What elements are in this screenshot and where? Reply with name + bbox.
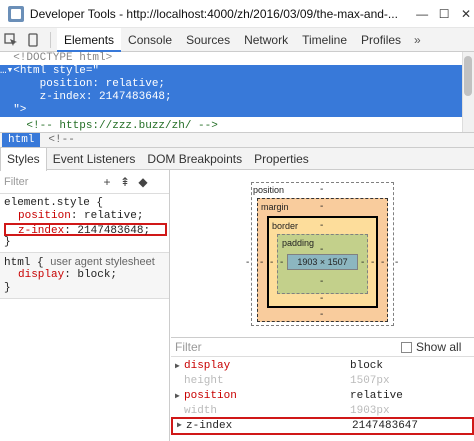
- sidebar-tabs: Styles Event Listeners DOM Breakpoints P…: [0, 147, 474, 171]
- inspect-element-icon[interactable]: [0, 29, 22, 51]
- toolbar-divider: [50, 31, 51, 48]
- margin-right-value: -: [381, 257, 385, 268]
- toggle-element-state-icon[interactable]: ⇞: [116, 175, 134, 189]
- padding-bottom-value: -: [320, 276, 324, 287]
- rule-selector: html {: [4, 257, 44, 269]
- tab-styles[interactable]: Styles: [0, 147, 47, 171]
- position-top-value: -: [320, 184, 324, 195]
- computed-filter-input[interactable]: Filter: [171, 340, 401, 354]
- dom-tree: <!DOCTYPE html> …▾<html style=" position…: [0, 52, 474, 132]
- computed-row[interactable]: ▶ position relative: [171, 389, 474, 404]
- breadcrumb-html[interactable]: html: [2, 133, 41, 147]
- property-name: z-index: [18, 225, 65, 237]
- expand-arrow-icon[interactable]: ▶: [177, 419, 182, 433]
- rule-selector[interactable]: element.style {: [4, 197, 165, 210]
- dom-line: ">: [0, 104, 27, 116]
- maximize-icon[interactable]: ☐: [436, 6, 452, 22]
- dom-line: z-index: 2147483648;: [0, 91, 172, 103]
- tab-event-listeners[interactable]: Event Listeners: [47, 148, 142, 170]
- color-format-icon[interactable]: ◆: [134, 175, 152, 189]
- dom-scrollbar-thumb[interactable]: [464, 56, 472, 96]
- property-value: relative;: [77, 210, 144, 222]
- dom-line: position: relative;: [0, 78, 166, 90]
- device-mode-icon[interactable]: [22, 29, 44, 51]
- rule-header: html { user agent stylesheet: [4, 256, 165, 269]
- border-left-value: -: [270, 257, 274, 268]
- expand-arrow-icon[interactable]: ▶: [175, 359, 180, 374]
- position-label: position: [253, 185, 285, 195]
- property-colon: :: [64, 269, 71, 281]
- computed-property-name: display: [184, 360, 231, 372]
- close-icon[interactable]: ✕: [458, 6, 474, 22]
- rule-close: }: [4, 282, 11, 294]
- property-colon: :: [64, 225, 71, 237]
- padding-label: padding: [282, 238, 315, 248]
- dom-node-html-selected[interactable]: …▾<html style=" position: relative; z-in…: [0, 65, 474, 117]
- computed-property-value: relative: [350, 390, 403, 402]
- margin-bottom-value: -: [320, 309, 324, 320]
- tab-console[interactable]: Console: [121, 28, 179, 52]
- border-top-value: -: [320, 220, 324, 231]
- window-title: Developer Tools - http://localhost:4000/…: [29, 6, 398, 21]
- margin-label: margin: [261, 202, 289, 212]
- property-value: block;: [70, 269, 118, 281]
- tab-network[interactable]: Network: [237, 28, 295, 52]
- styles-filter-input[interactable]: Filter: [0, 176, 98, 188]
- new-style-rule-icon[interactable]: +: [98, 175, 116, 189]
- padding-right-value: -: [361, 257, 365, 268]
- breadcrumb: html <!--: [0, 132, 474, 148]
- box-model-content: 1903 × 1507: [287, 254, 358, 270]
- computed-row[interactable]: height 1507px: [171, 374, 474, 389]
- tab-timeline[interactable]: Timeline: [295, 28, 354, 52]
- computed-property-name: z-index: [186, 420, 233, 432]
- show-all-label: Show all: [416, 340, 462, 354]
- dom-line: …▾<html style=": [0, 65, 100, 77]
- tab-profiles[interactable]: Profiles: [354, 28, 408, 52]
- margin-top-value: -: [320, 201, 324, 212]
- styles-pane: Filter + ⇞ ◆ element.style { position: r…: [0, 170, 170, 441]
- margin-left-value: -: [260, 257, 264, 268]
- border-bottom-value: -: [320, 293, 324, 304]
- style-declaration-highlighted[interactable]: z-index: 2147483648;: [4, 223, 167, 237]
- position-left-value: -: [246, 257, 250, 268]
- styles-filter-row: Filter + ⇞ ◆: [0, 170, 169, 194]
- border-label: border: [272, 221, 299, 231]
- padding-left-value: -: [280, 257, 284, 268]
- style-declaration: display: block;: [4, 269, 165, 282]
- element-style-rule: element.style { position: relative; z-in…: [0, 194, 169, 253]
- rule-source: user agent stylesheet: [50, 256, 155, 268]
- tab-elements[interactable]: Elements: [57, 27, 122, 52]
- computed-property-value: 2147483647: [352, 420, 419, 432]
- more-tabs-button[interactable]: »: [408, 33, 427, 47]
- border-right-value: -: [371, 257, 375, 268]
- property-name: display: [18, 269, 65, 281]
- computed-row[interactable]: ▶ display block: [171, 359, 474, 374]
- tab-properties[interactable]: Properties: [248, 148, 315, 170]
- property-value: 2147483648;: [70, 225, 151, 237]
- devtools-toolbar: Elements Console Sources Network Timelin…: [0, 27, 474, 52]
- computed-property-name: height: [184, 375, 224, 387]
- computed-property-name: position: [184, 390, 237, 402]
- position-right-value: -: [395, 257, 399, 268]
- tab-sources[interactable]: Sources: [179, 28, 237, 52]
- style-declaration[interactable]: position: relative;: [4, 210, 165, 223]
- user-agent-rule: html { user agent stylesheet display: bl…: [0, 253, 169, 299]
- computed-property-value: block: [350, 360, 384, 372]
- expand-arrow-icon[interactable]: ▶: [175, 389, 180, 404]
- breadcrumb-comment[interactable]: <!--: [40, 134, 74, 146]
- minimize-icon[interactable]: —: [414, 6, 430, 22]
- window-titlebar: Developer Tools - http://localhost:4000/…: [0, 0, 474, 28]
- tab-dom-breakpoints[interactable]: DOM Breakpoints: [141, 148, 248, 170]
- computed-row-highlighted[interactable]: ▶ z-index 2147483647: [171, 417, 474, 435]
- show-all-checkbox[interactable]: [401, 341, 412, 353]
- devtools-app-icon: [8, 5, 24, 22]
- dom-node-doctype[interactable]: <!DOCTYPE html>: [0, 52, 474, 65]
- computed-property-value: 1507px: [350, 375, 390, 387]
- property-name: position: [18, 210, 71, 222]
- computed-filter-row: Filter Show all: [171, 337, 474, 357]
